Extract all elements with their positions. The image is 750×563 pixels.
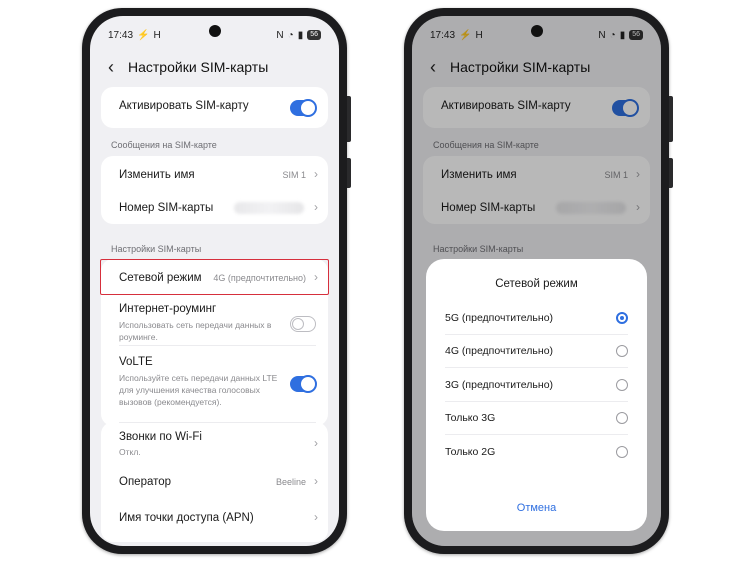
- option-4g-preferred[interactable]: 4G (предпочтительно): [426, 335, 647, 368]
- activate-sim-toggle[interactable]: [290, 99, 317, 117]
- sim-info-card: Изменить имя SIM 1 › Номер SIM-карты ›: [101, 156, 328, 224]
- chevron-right-icon: ›: [314, 200, 318, 214]
- status-time: 17:43: [108, 29, 134, 41]
- volte-desc-1: Используйте сеть передачи данных LTE: [119, 373, 278, 383]
- volte-desc-2: для улучшения качества голосовых: [119, 385, 260, 395]
- radio-icon[interactable]: [616, 412, 628, 424]
- status-icon: ⚡: [137, 29, 150, 41]
- wifi-calls-label: Звонки по Wi-Fi: [119, 431, 202, 443]
- chevron-right-icon: ›: [314, 167, 318, 181]
- divider: [445, 434, 628, 435]
- radio-selected-icon[interactable]: [616, 312, 628, 324]
- roaming-desc-1: Использовать сеть передачи данных в: [119, 320, 272, 330]
- battery-icon: 56: [307, 30, 321, 40]
- activate-sim-row[interactable]: Активировать SIM-карту: [101, 87, 328, 128]
- rename-value: SIM 1: [282, 170, 306, 180]
- option-label: 5G (предпочтительно): [445, 312, 554, 324]
- divider: [445, 367, 628, 368]
- dialog-screen: 17:43 ⚡ H Ν ◔ ▮ 56 ‹ Настройки SIM-карты…: [412, 16, 661, 546]
- signal-icon: ▮: [297, 29, 304, 41]
- back-arrow-icon[interactable]: ‹: [104, 58, 118, 76]
- status-h-icon: H: [153, 29, 161, 41]
- sim-number-blurred-value: [234, 202, 304, 214]
- option-2g-only[interactable]: Только 2G: [426, 436, 647, 469]
- sim-number-label: Номер SIM-карты: [119, 202, 214, 214]
- operator-value: Beeline: [275, 477, 306, 487]
- chevron-right-icon: ›: [314, 474, 318, 488]
- rename-row[interactable]: Изменить имя SIM 1 ›: [101, 156, 328, 190]
- radio-icon[interactable]: [616, 446, 628, 458]
- option-3g-only[interactable]: Только 3G: [426, 402, 647, 435]
- wifi-calls-status: Откл.: [119, 447, 141, 457]
- rename-label: Изменить имя: [119, 169, 195, 181]
- cancel-button[interactable]: Отмена: [426, 502, 647, 514]
- section-sim-messages: Сообщения на SIM-карте: [111, 140, 217, 150]
- more-settings-card: Звонки по Wi-Fi Откл. › Оператор Beeline…: [101, 422, 328, 542]
- roaming-row[interactable]: Интернет-роуминг Использовать сеть перед…: [101, 295, 328, 345]
- apn-row[interactable]: Имя точки доступа (APN) ›: [101, 500, 328, 536]
- power-button: [669, 158, 673, 188]
- phone-right: 17:43 ⚡ H Ν ◔ ▮ 56 ‹ Настройки SIM-карты…: [404, 8, 673, 554]
- header: ‹ Настройки SIM-карты: [104, 58, 268, 76]
- option-label: Только 3G: [445, 412, 496, 424]
- phone-left: 17:43 ⚡ H Ν ◔ ▮ 56 ‹ Настройки SIM-карты…: [82, 8, 351, 554]
- option-5g-preferred[interactable]: 5G (предпочтительно): [426, 302, 647, 335]
- network-mode-highlight: [100, 259, 329, 295]
- chevron-right-icon: ›: [314, 436, 318, 450]
- wifi-calls-row[interactable]: Звонки по Wi-Fi Откл. ›: [101, 422, 328, 464]
- operator-row[interactable]: Оператор Beeline ›: [101, 464, 328, 500]
- wifi-icon: ◔: [287, 29, 294, 41]
- volte-row[interactable]: VoLTE Используйте сеть передачи данных L…: [101, 346, 328, 426]
- volte-label: VoLTE: [119, 356, 153, 368]
- radio-icon[interactable]: [616, 345, 628, 357]
- option-label: Только 2G: [445, 446, 496, 458]
- page-title: Настройки SIM-карты: [128, 59, 269, 75]
- roaming-label: Интернет-роуминг: [119, 303, 217, 315]
- settings-screen: 17:43 ⚡ H Ν ◔ ▮ 56 ‹ Настройки SIM-карты…: [90, 16, 339, 546]
- option-label: 4G (предпочтительно): [445, 345, 554, 357]
- volume-button: [347, 96, 351, 142]
- apn-label: Имя точки доступа (APN): [119, 512, 254, 524]
- nfc-icon: Ν: [276, 29, 284, 41]
- option-label: 3G (предпочтительно): [445, 379, 554, 391]
- roaming-toggle[interactable]: [290, 316, 316, 332]
- option-3g-preferred[interactable]: 3G (предпочтительно): [426, 369, 647, 402]
- sim-number-row[interactable]: Номер SIM-карты ›: [101, 190, 328, 224]
- front-camera: [208, 25, 221, 37]
- roaming-desc-2: роуминге.: [119, 332, 158, 342]
- volume-button: [669, 96, 673, 142]
- network-mode-dialog: Сетевой режим 5G (предпочтительно) 4G (п…: [426, 259, 647, 531]
- dialog-title: Сетевой режим: [495, 278, 578, 290]
- front-camera: [530, 25, 543, 37]
- volte-desc-3: вызовов (рекомендуется).: [119, 397, 222, 407]
- radio-icon[interactable]: [616, 379, 628, 391]
- section-sim-settings: Настройки SIM-карты: [111, 244, 202, 254]
- chevron-right-icon: ›: [314, 510, 318, 524]
- volte-toggle[interactable]: [290, 375, 317, 393]
- power-button: [347, 158, 351, 188]
- activate-sim-label: Активировать SIM-карту: [119, 100, 249, 112]
- operator-label: Оператор: [119, 476, 172, 488]
